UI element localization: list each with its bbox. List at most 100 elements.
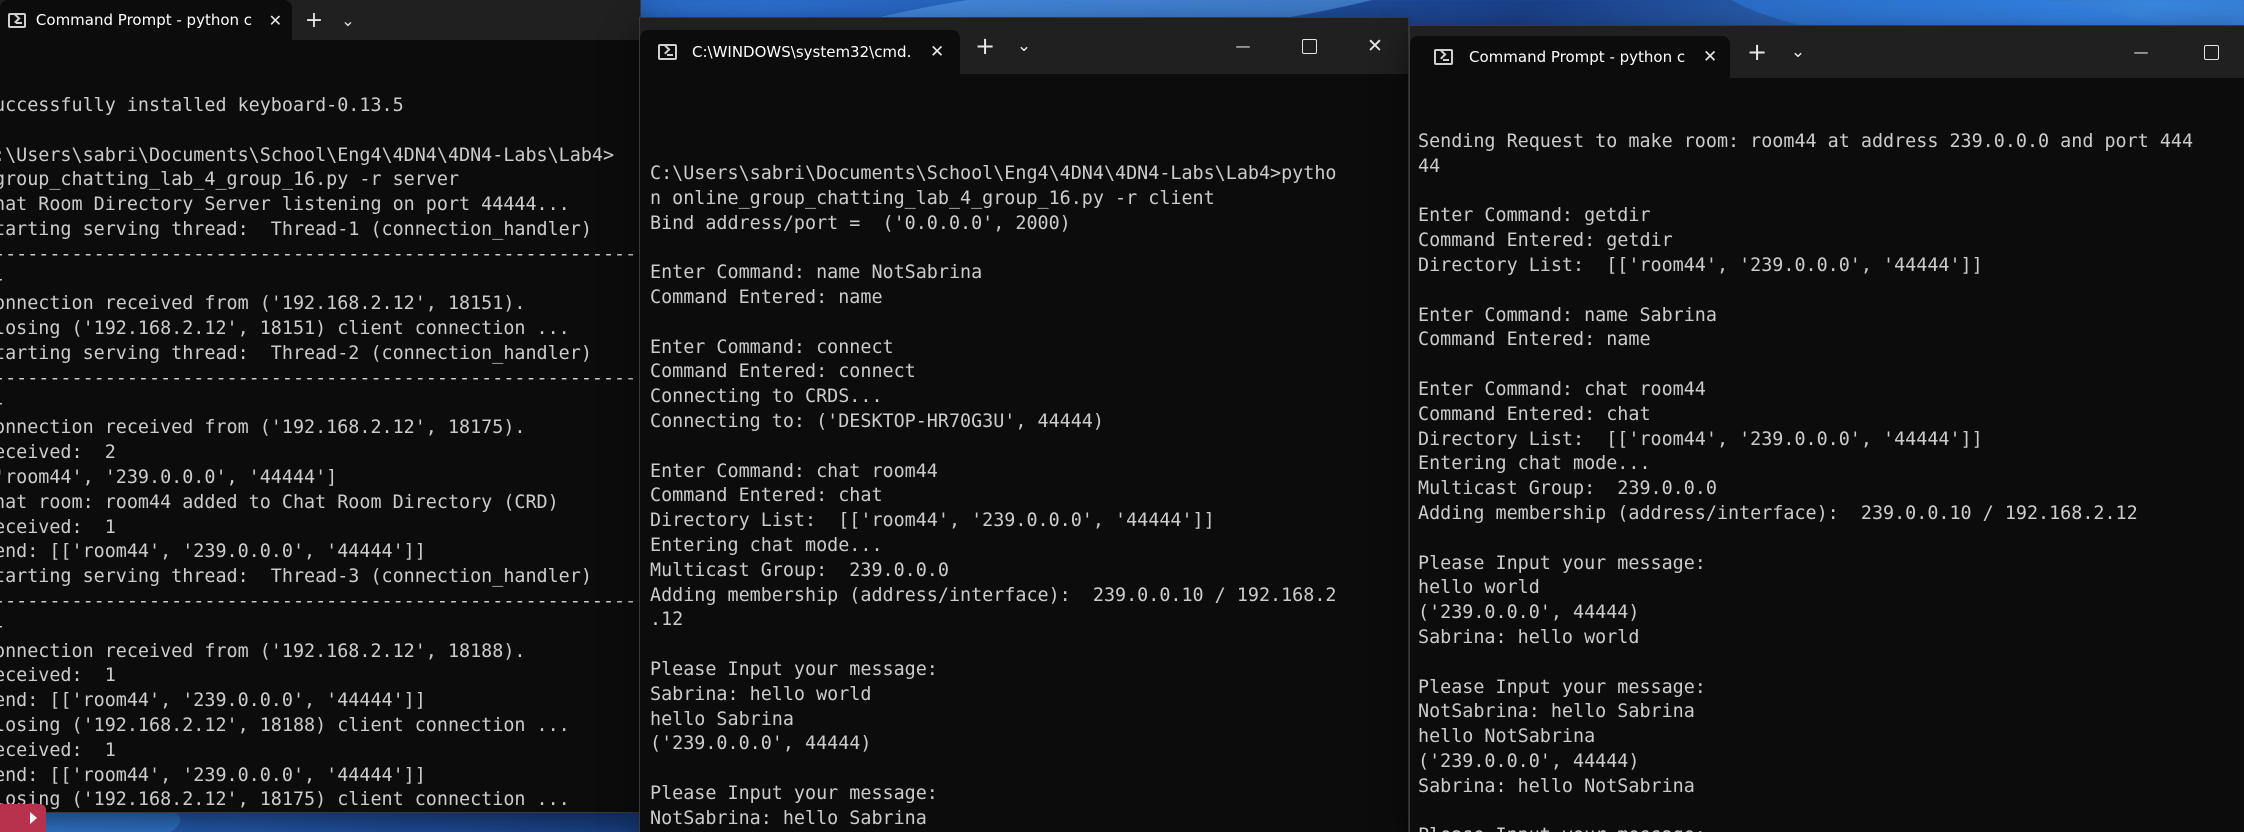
terminal-line: ----------------------------------------… bbox=[0, 243, 640, 265]
tab-title: C:\WINDOWS\system32\cmd. bbox=[692, 43, 912, 61]
terminal-line: end: [['room44', '239.0.0.0', '44444']] bbox=[0, 764, 426, 786]
command-prompt-icon bbox=[8, 12, 26, 28]
terminal-line: Command Entered: name bbox=[650, 286, 883, 308]
minimize-button[interactable]: — bbox=[1210, 18, 1276, 74]
terminal-line: losing ('192.168.2.12', 18175) client co… bbox=[0, 789, 570, 811]
terminal-line: Please Input your message: bbox=[1418, 676, 1706, 698]
chevron-down-icon: ⌄ bbox=[1790, 42, 1806, 62]
maximize-button[interactable] bbox=[1276, 18, 1342, 74]
new-tab-button[interactable]: + bbox=[960, 18, 1010, 74]
terminal-line: .12 bbox=[650, 609, 684, 631]
terminal-line: Adding membership (address/interface): 2… bbox=[1418, 502, 2138, 524]
terminal-line: Enter Command: name Sabrina bbox=[1418, 304, 1717, 326]
terminal-line: eceived: 2 bbox=[0, 442, 116, 464]
terminal-line: Multicast Group: 239.0.0.0 bbox=[650, 559, 949, 581]
terminal-line: group_chatting_lab_4_group_16.py -r serv… bbox=[0, 169, 460, 191]
maximize-icon bbox=[2203, 44, 2219, 60]
terminal-line: ('239.0.0.0', 44444) bbox=[1418, 750, 1640, 772]
terminal-line: onnection received from ('192.168.2.12',… bbox=[0, 417, 526, 439]
tab-dropdown-button[interactable]: ⌄ bbox=[1784, 26, 1812, 78]
new-tab-button[interactable]: + bbox=[292, 0, 336, 40]
terminal-line: hat room: room44 added to Chat Room Dire… bbox=[0, 491, 559, 513]
terminal-line: Connecting to: ('DESKTOP-HR70G3U', 44444… bbox=[650, 410, 1104, 432]
client-terminal-window[interactable]: Command Prompt - python c ✕ + ⌄ — Sendin… bbox=[1410, 26, 2244, 832]
terminal-line: Please Input your message: bbox=[650, 658, 938, 680]
terminal-tab[interactable]: Command Prompt - python c ✕ bbox=[0, 0, 292, 40]
terminal-line: hello NotSabrina bbox=[1418, 726, 1596, 748]
tab-dropdown-button[interactable]: ⌄ bbox=[1010, 18, 1038, 74]
maximize-icon bbox=[1301, 38, 1317, 54]
new-tab-button[interactable]: + bbox=[1730, 26, 1784, 78]
minimize-button[interactable]: — bbox=[2104, 26, 2178, 78]
maximize-button[interactable] bbox=[2178, 26, 2244, 78]
terminal-line: onnection received from ('192.168.2.12',… bbox=[0, 293, 526, 315]
window-titlebar[interactable]: Command Prompt - python c ✕ + ⌄ bbox=[0, 0, 640, 40]
plus-icon: + bbox=[974, 32, 996, 60]
window-titlebar[interactable]: Command Prompt - python c ✕ + ⌄ — bbox=[1410, 26, 2244, 78]
terminal-line: onnection received from ('192.168.2.12',… bbox=[0, 640, 526, 662]
terminal-output[interactable]: uccessfully installed keyboard-0.13.5:\U… bbox=[0, 40, 640, 812]
window-titlebar[interactable]: C:\WINDOWS\system32\cmd. ✕ + ⌄ — ✕ bbox=[640, 18, 1408, 74]
minimize-icon: — bbox=[1235, 37, 1251, 55]
terminal-tab[interactable]: Command Prompt - python c ✕ bbox=[1410, 36, 1730, 78]
terminal-tab[interactable]: C:\WINDOWS\system32\cmd. ✕ bbox=[640, 30, 960, 74]
terminal-line: Command Entered: name bbox=[1418, 329, 1651, 351]
terminal-line: losing ('192.168.2.12', 18188) client co… bbox=[0, 714, 570, 736]
terminal-line: Enter Command: getdir bbox=[1418, 205, 1651, 227]
terminal-line: Enter Command: connect bbox=[650, 336, 894, 358]
terminal-line: Connecting to CRDS... bbox=[650, 386, 883, 408]
terminal-line: Adding membership (address/interface): 2… bbox=[650, 584, 1337, 606]
minimize-icon: — bbox=[2133, 43, 2149, 61]
terminal-line: hat Room Directory Server listening on p… bbox=[0, 194, 570, 216]
taskbar-app-button[interactable] bbox=[0, 804, 46, 832]
command-prompt-icon bbox=[658, 44, 677, 60]
terminal-line: eceived: 1 bbox=[0, 665, 116, 687]
terminal-line: Command Entered: connect bbox=[650, 361, 916, 383]
terminal-line: ('239.0.0.0', 44444) bbox=[650, 733, 872, 755]
tab-dropdown-button[interactable]: ⌄ bbox=[336, 0, 360, 40]
terminal-line: Sabrina: hello world bbox=[650, 683, 872, 705]
terminal-line: Command Entered: getdir bbox=[1418, 230, 1673, 252]
terminal-line: Please Input your message: bbox=[1418, 824, 2244, 832]
terminal-line: Please Input your message: bbox=[650, 782, 938, 804]
terminal-line: NotSabrina: hello Sabrina bbox=[650, 807, 927, 829]
terminal-line: Sending Request to make room: room44 at … bbox=[1418, 131, 2194, 152]
terminal-line: tarting serving thread: Thread-2 (connec… bbox=[0, 342, 592, 364]
client-terminal-window[interactable]: C:\WINDOWS\system32\cmd. ✕ + ⌄ — ✕ C:\Us… bbox=[640, 18, 1408, 832]
terminal-line: tarting serving thread: Thread-1 (connec… bbox=[0, 218, 592, 240]
terminal-line: ----------------------------------------… bbox=[0, 367, 640, 389]
terminal-line: - bbox=[0, 392, 640, 417]
terminal-line: losing ('192.168.2.12', 18151) client co… bbox=[0, 318, 570, 340]
server-terminal-window[interactable]: Command Prompt - python c ✕ + ⌄ uccessfu… bbox=[0, 0, 640, 812]
chevron-down-icon: ⌄ bbox=[1016, 36, 1032, 56]
terminal-line: Directory List: [['room44', '239.0.0.0',… bbox=[1418, 428, 1983, 450]
terminal-output[interactable]: Sending Request to make room: room44 at … bbox=[1410, 78, 2244, 832]
tab-title: Command Prompt - python c bbox=[1469, 48, 1686, 66]
terminal-line: eceived: 1 bbox=[0, 516, 116, 538]
terminal-line: Entering chat mode... bbox=[650, 534, 883, 556]
terminal-line: Multicast Group: 239.0.0.0 bbox=[1418, 478, 1717, 500]
close-tab-icon[interactable]: ✕ bbox=[269, 11, 282, 30]
terminal-line: tarting serving thread: Thread-3 (connec… bbox=[0, 566, 592, 588]
terminal-line: Sabrina: hello world bbox=[1418, 626, 1640, 648]
close-tab-icon[interactable]: ✕ bbox=[1703, 47, 1717, 67]
terminal-line: - bbox=[0, 615, 640, 640]
close-button[interactable]: ✕ bbox=[1342, 18, 1408, 74]
close-tab-icon[interactable]: ✕ bbox=[930, 42, 944, 62]
terminal-line: Entering chat mode... bbox=[1418, 453, 1651, 475]
terminal-line: Enter Command: name NotSabrina bbox=[650, 262, 983, 284]
terminal-output[interactable]: C:\Users\sabri\Documents\School\Eng4\4DN… bbox=[640, 74, 1408, 832]
plus-icon: + bbox=[1746, 38, 1768, 66]
terminal-line: 'room44', '239.0.0.0', '44444'] bbox=[0, 466, 338, 488]
terminal-line: ----------------------------------------… bbox=[0, 590, 640, 612]
terminal-line: end: [['room44', '239.0.0.0', '44444']] bbox=[0, 690, 426, 712]
terminal-line: Directory List: [['room44', '239.0.0.0',… bbox=[1418, 254, 1983, 276]
